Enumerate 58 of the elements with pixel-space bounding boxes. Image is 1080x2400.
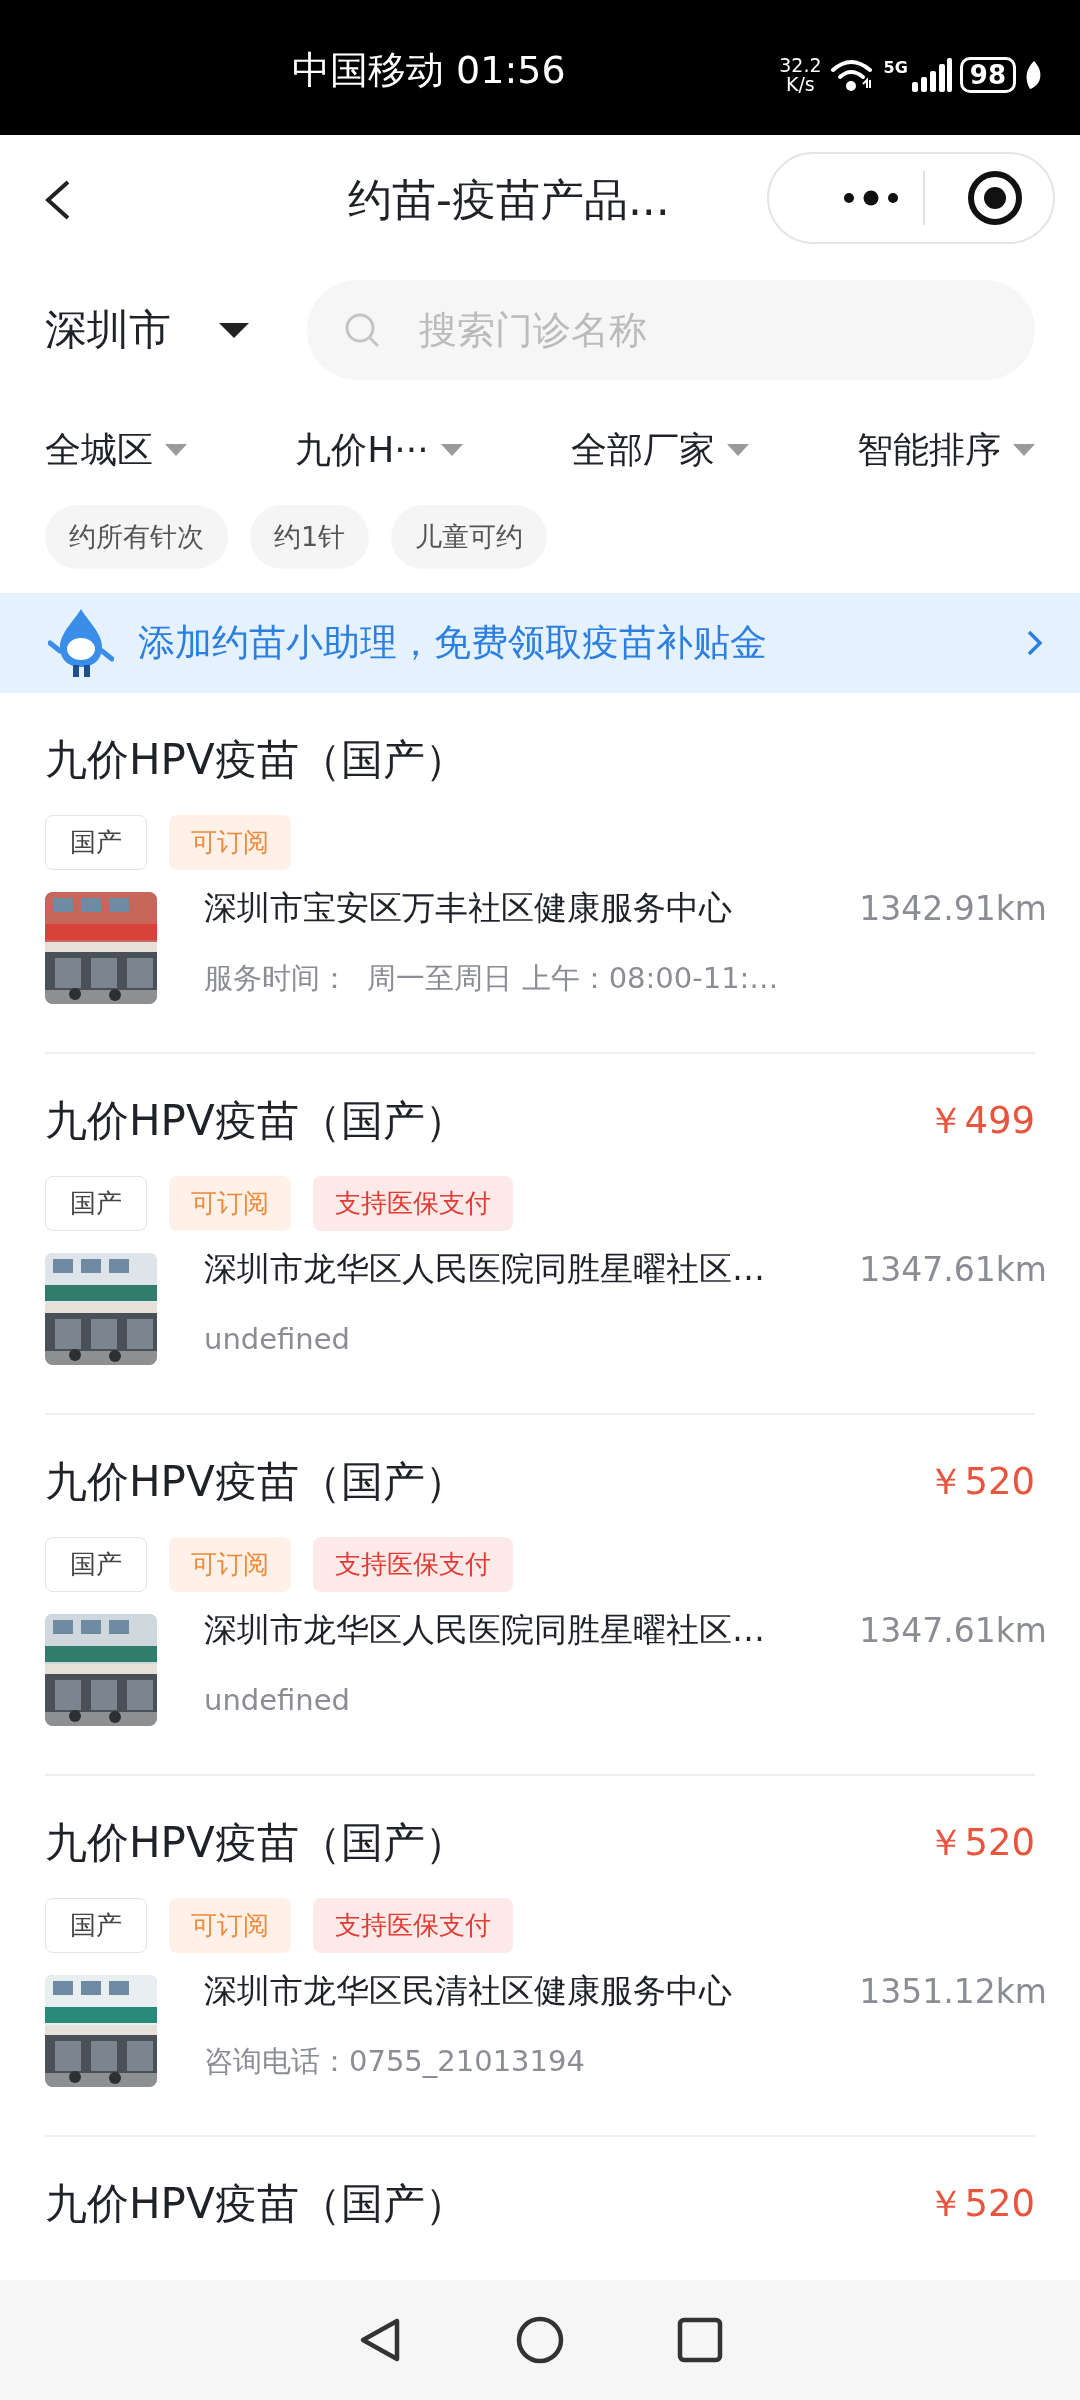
battery-level: 98 [959, 57, 1016, 93]
filter-chip[interactable]: 儿童可约 [391, 505, 548, 569]
clinic-distance: 1342.91km [859, 888, 1047, 928]
product-price: ￥520 [927, 1820, 1035, 1866]
carrier-time: 中国移动 01:56 [292, 50, 566, 90]
product-tag: 可订阅 [169, 815, 291, 870]
product-title[interactable]: 九价HPV疫苗（国产） [45, 1093, 467, 1149]
filter-dropdown[interactable]: 九价H··· [295, 425, 463, 475]
recents-icon[interactable] [675, 2315, 725, 2365]
clinic-detail: undefined [204, 1682, 351, 1719]
product-title[interactable]: 九价HPV疫苗（国产） [45, 2176, 467, 2232]
clinic-distance: 1351.12km [859, 1971, 1047, 2011]
filter-chip[interactable]: 约1针 [250, 505, 370, 569]
home-icon[interactable] [515, 2315, 565, 2365]
product-tag: 国产 [45, 1537, 147, 1592]
product-tag: 国产 [45, 1176, 147, 1231]
clinic-distance: 1347.61km [859, 1249, 1047, 1289]
product-price: ￥520 [927, 1459, 1035, 1505]
filter-chip[interactable]: 约所有针次 [45, 505, 228, 569]
product-price: ￥499 [927, 1098, 1035, 1144]
product-tag: 支持医保支付 [313, 1537, 513, 1592]
capsule-menu[interactable] [767, 152, 1055, 244]
more-icon[interactable] [841, 190, 901, 206]
product-title[interactable]: 九价HPV疫苗（国产） [45, 732, 467, 788]
city-selector[interactable]: 深圳市 [45, 302, 171, 358]
clinic-distance: 1347.61km [859, 1610, 1047, 1650]
promo-banner[interactable]: 添加约苗小助理，免费领取疫苗补贴金 [0, 593, 1080, 693]
clinic-detail: undefined [204, 1321, 351, 1358]
page-title: 约苗-疫苗产品... [348, 173, 670, 227]
banner-text: 添加约苗小助理，免费领取疫苗补贴金 [138, 620, 768, 666]
product-tag: 国产 [45, 1898, 147, 1953]
close-icon[interactable] [967, 170, 1023, 226]
clinic-detail: 服务时间： 周一至周日 上午：08:00-11:… [204, 960, 780, 997]
product-tag: 国产 [45, 815, 147, 870]
filter-dropdown[interactable]: 智能排序 [856, 425, 1035, 475]
clinic-detail: 咨询电话：0755_21013194 [204, 2043, 586, 2080]
product-price: ￥520 [927, 2181, 1035, 2227]
clinic-name[interactable]: 深圳市龙华区人民医院同胜星曜社区… [204, 1246, 765, 1292]
clinic-name[interactable]: 深圳市龙华区民清社区健康服务中心 [204, 1968, 732, 2014]
network-speed: 32.2 K/s [779, 56, 822, 94]
chevron-icon[interactable] [1026, 629, 1044, 657]
clinic-name[interactable]: 深圳市宝安区万丰社区健康服务中心 [204, 885, 732, 931]
product-title[interactable]: 九价HPV疫苗（国产） [45, 1454, 467, 1510]
signal-icon [911, 58, 952, 92]
filter-dropdown[interactable]: 全城区 [45, 425, 187, 475]
search-field[interactable]: 搜索门诊名称 [307, 280, 1035, 380]
product-tag: 可订阅 [169, 1176, 291, 1231]
product-tag: 可订阅 [169, 1537, 291, 1592]
filter-dropdown[interactable]: 全部厂家 [570, 425, 749, 475]
product-tag: 可订阅 [169, 1898, 291, 1953]
search-icon [343, 311, 381, 349]
product-tag: 支持医保支付 [313, 1898, 513, 1953]
product-title[interactable]: 九价HPV疫苗（国产） [45, 1815, 467, 1871]
clinic-name[interactable]: 深圳市龙华区人民医院同胜星曜社区… [204, 1607, 765, 1653]
caret-icon[interactable] [219, 321, 249, 339]
product-tag: 支持医保支付 [313, 1176, 513, 1231]
mascot-icon [48, 607, 114, 679]
network-type: 5G [883, 58, 908, 77]
